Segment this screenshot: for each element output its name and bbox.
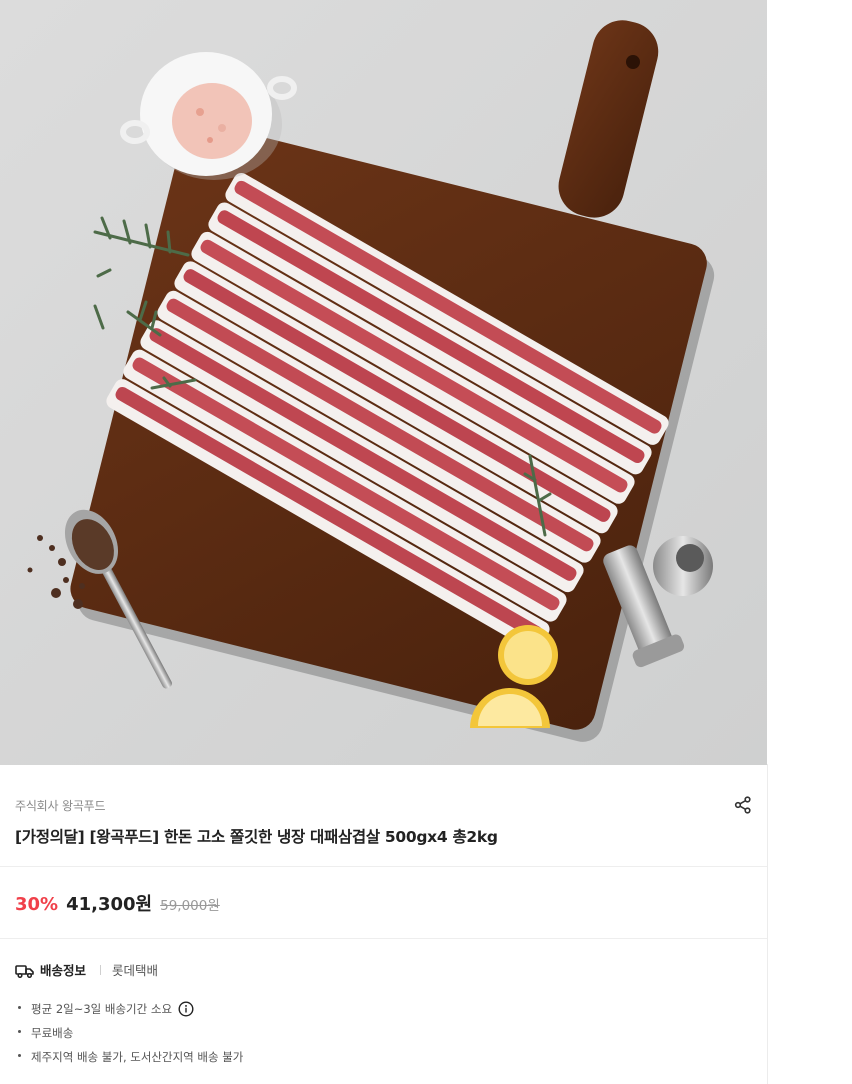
share-icon[interactable]	[733, 795, 753, 815]
shipping-duration: 평균 2일~3일 배송기간 소요	[31, 1002, 173, 1016]
free-shipping: 무료배송	[31, 1026, 74, 1040]
bullet	[18, 1030, 21, 1033]
divider	[0, 866, 767, 867]
divider	[0, 938, 767, 939]
list-item: 무료배송	[15, 1021, 243, 1045]
sale-price: 41,300원	[66, 894, 153, 915]
original-price: 59,000원	[160, 898, 220, 914]
shipping-label: 배송정보	[40, 963, 87, 978]
discount-rate: 30%	[15, 894, 59, 915]
carrier-name: 롯데택배	[112, 963, 159, 978]
shipping-header: 배송정보 롯데택배	[15, 960, 158, 979]
list-item: 제주지역 배송 불가, 도서산간지역 배송 불가	[15, 1045, 243, 1069]
separator	[100, 964, 102, 975]
product-image[interactable]	[0, 0, 767, 765]
panel-edge	[767, 764, 768, 1084]
bullet	[18, 1054, 21, 1057]
price-row: 30% 41,300원 59,000원	[15, 890, 220, 916]
bullet	[18, 1006, 21, 1009]
product-title: [가정의달] [왕곡푸드] 한돈 고소 쫄깃한 냉장 대패삼겹살 500gx4 …	[15, 828, 498, 846]
truck-icon	[15, 963, 34, 978]
seller-name[interactable]: 주식회사 왕곡푸드	[15, 797, 106, 814]
shipping-details-list: 평균 2일~3일 배송기간 소요 무료배송 제주지역 배송 불가, 도서산간지역…	[15, 997, 243, 1069]
shipping-restriction: 제주지역 배송 불가, 도서산간지역 배송 불가	[31, 1050, 244, 1064]
list-item: 평균 2일~3일 배송기간 소요	[15, 997, 243, 1021]
product-page: 주식회사 왕곡푸드 [가정의달] [왕곡푸드] 한돈 고소 쫄깃한 냉장 대패삼…	[0, 0, 768, 1084]
info-circle-icon[interactable]	[178, 1001, 194, 1017]
